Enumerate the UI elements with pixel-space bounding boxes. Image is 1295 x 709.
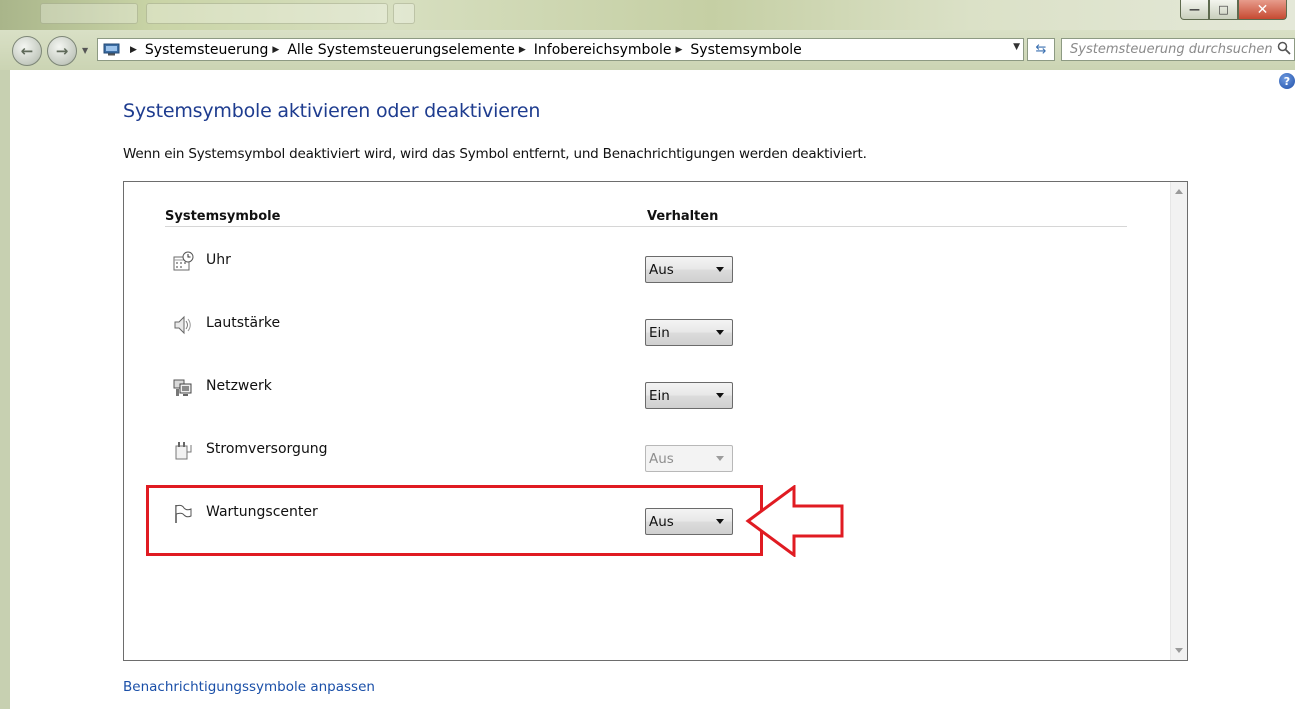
behavior-select-volume[interactable]: Ein [645, 319, 733, 346]
speaker-icon [174, 315, 191, 335]
title-bar: — □ ✕ [0, 0, 1295, 30]
network-icon [173, 379, 192, 396]
highlight-box [146, 485, 763, 556]
computer-icon [103, 43, 120, 56]
close-button[interactable]: ✕ [1238, 0, 1287, 20]
vertical-scrollbar[interactable] [1170, 182, 1187, 660]
clock-icon [173, 251, 194, 271]
behavior-select-clock[interactable]: Aus [645, 256, 733, 283]
window-controls: — □ ✕ [1180, 0, 1287, 20]
scroll-down-icon[interactable] [1175, 648, 1183, 653]
refresh-icon: ⇆ [1035, 42, 1047, 57]
help-icon[interactable]: ? [1279, 73, 1295, 89]
list-item-label: Stromversorgung [206, 441, 328, 457]
column-header-behavior: Verhalten [647, 209, 719, 224]
list-item-label: Uhr [206, 252, 231, 268]
address-bar[interactable]: ▶ Systemsteuerung ▶ Alle Systemsteuerung… [97, 38, 1024, 61]
navigation-bar: ← → ▼ ▶ Systemsteuerung ▶ Alle Systemste… [0, 30, 1295, 70]
breadcrumb-item[interactable]: Systemsymbole [690, 42, 801, 58]
search-icon[interactable] [1277, 41, 1291, 55]
maximize-button[interactable]: □ [1209, 0, 1238, 20]
arrow-left-icon [745, 485, 844, 557]
main-content: ? Systemsymbole aktivieren oder deaktivi… [0, 70, 1295, 709]
refresh-button[interactable]: ⇆ [1027, 38, 1055, 61]
search-input[interactable] [1061, 38, 1295, 61]
breadcrumb-item[interactable]: Systemsteuerung [145, 42, 268, 58]
breadcrumb-separator[interactable]: ▶ [130, 45, 137, 55]
behavior-select-power: Aus [645, 445, 733, 472]
background-window-tab [40, 3, 138, 24]
select-value: Aus [649, 261, 674, 278]
page-title: Systemsymbole aktivieren oder deaktivier… [123, 100, 541, 122]
address-dropdown[interactable]: ▼ [1013, 42, 1020, 52]
breadcrumb-item[interactable]: Infobereichsymbole [534, 42, 672, 58]
list-item-volume: Lautstärke Ein [124, 314, 1164, 354]
list-item-network: Netzwerk Ein [124, 377, 1164, 417]
header-divider [165, 226, 1127, 227]
recent-pages-dropdown[interactable]: ▼ [82, 46, 88, 55]
chevron-down-icon [716, 393, 724, 398]
select-value: Ein [649, 324, 670, 341]
list-item-clock: Uhr Aus [124, 251, 1164, 291]
background-window-tab [146, 3, 388, 24]
system-icons-panel: Systemsymbole Verhalten Uhr Aus Lautstär… [123, 181, 1188, 661]
scroll-up-icon[interactable] [1175, 189, 1183, 194]
breadcrumb-separator[interactable]: ▶ [519, 45, 526, 55]
page-description: Wenn ein Systemsymbol deaktiviert wird, … [123, 146, 867, 162]
background-window-tab [393, 3, 415, 24]
power-icon [175, 442, 192, 460]
back-button[interactable]: ← [12, 36, 42, 66]
breadcrumb-separator[interactable]: ▶ [272, 45, 279, 55]
chevron-down-icon [716, 330, 724, 335]
list-item-power: Stromversorgung Aus [124, 440, 1164, 480]
behavior-select-network[interactable]: Ein [645, 382, 733, 409]
list-item-label: Netzwerk [206, 378, 272, 394]
chevron-down-icon [716, 456, 724, 461]
breadcrumb-separator[interactable]: ▶ [676, 45, 683, 55]
forward-button[interactable]: → [47, 36, 77, 66]
column-header-symbols: Systemsymbole [165, 209, 281, 224]
back-icon: ← [20, 42, 34, 60]
forward-icon: → [55, 42, 69, 60]
select-value: Aus [649, 450, 674, 467]
select-value: Ein [649, 387, 670, 404]
chevron-down-icon [716, 267, 724, 272]
customize-notification-icons-link[interactable]: Benachrichtigungssymbole anpassen [123, 679, 375, 695]
breadcrumb-item[interactable]: Alle Systemsteuerungselemente [287, 42, 515, 58]
minimize-button[interactable]: — [1180, 0, 1209, 20]
list-item-label: Lautstärke [206, 315, 281, 331]
